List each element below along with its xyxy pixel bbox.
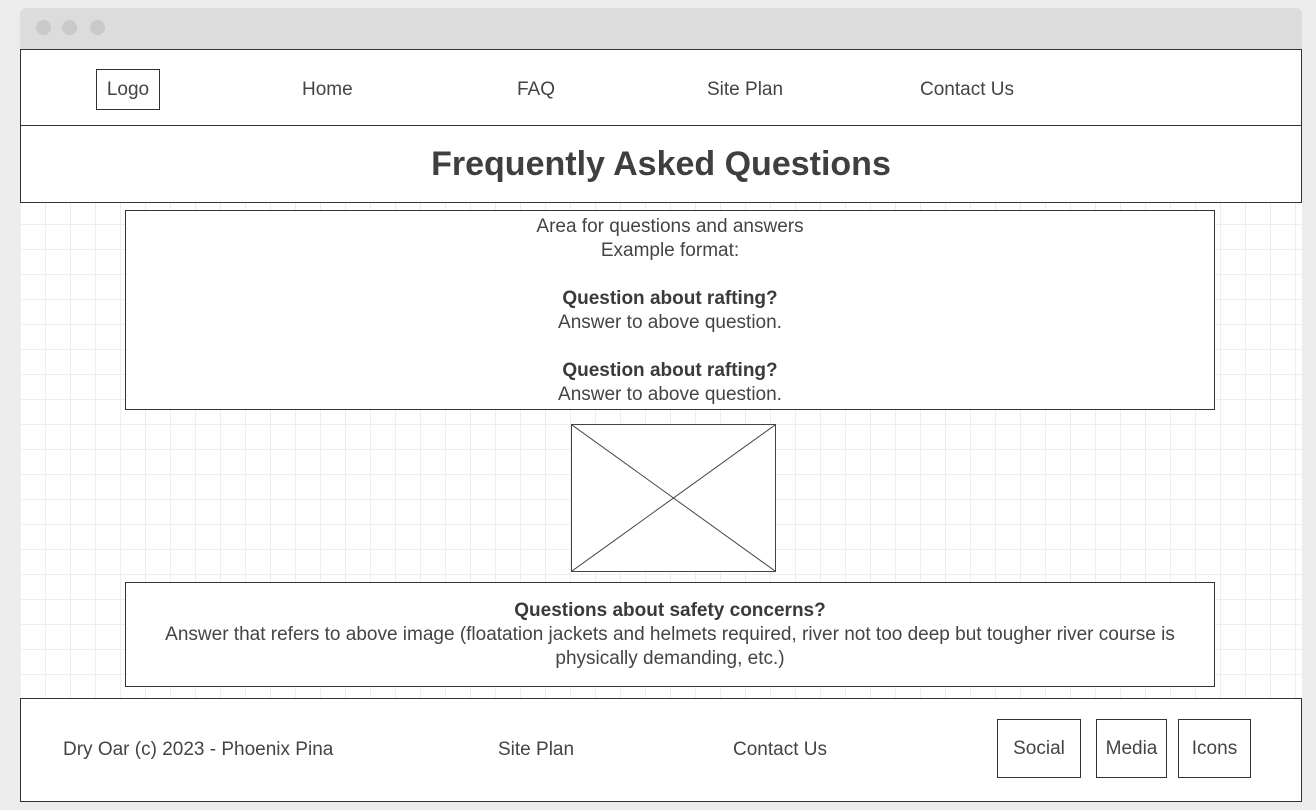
faq-intro-line1: Area for questions and answers (536, 216, 804, 237)
page-title: Frequently Asked Questions (431, 145, 891, 183)
footer: Dry Oar (c) 2023 - Phoenix Pina Site Pla… (20, 698, 1302, 802)
media-box[interactable]: Media (1096, 719, 1167, 778)
window-close-dot[interactable] (36, 20, 51, 35)
faq-answer: Answer to above question. (558, 312, 782, 333)
footer-link-site-plan[interactable]: Site Plan (498, 739, 574, 761)
social-box[interactable]: Social (997, 719, 1081, 778)
safety-question: Questions about safety concerns? (514, 600, 826, 621)
faq-intro-line2: Example format: (600, 240, 740, 261)
wireframe-canvas: Logo Home FAQ Site Plan Contact Us Frequ… (20, 49, 1302, 802)
nav-home[interactable]: Home (302, 79, 353, 101)
faq-question: Question about rafting? (562, 360, 778, 381)
nav-faq[interactable]: FAQ (517, 79, 555, 101)
window-titlebar (20, 8, 1302, 49)
footer-link-contact-us[interactable]: Contact Us (733, 739, 827, 761)
faq-answer: Answer to above question. (558, 384, 782, 405)
nav-contact-us[interactable]: Contact Us (920, 79, 1014, 101)
icons-box[interactable]: Icons (1178, 719, 1251, 778)
window-minimize-dot[interactable] (62, 20, 77, 35)
browser-window: Logo Home FAQ Site Plan Contact Us Frequ… (20, 8, 1302, 802)
window-maximize-dot[interactable] (90, 20, 105, 35)
footer-copyright: Dry Oar (c) 2023 - Phoenix Pina (63, 739, 334, 760)
image-placeholder-icon (572, 425, 775, 571)
safety-section: Questions about safety concerns? Answer … (125, 582, 1215, 687)
faq-question: Question about rafting? (562, 288, 778, 309)
logo[interactable]: Logo (96, 69, 160, 110)
header-nav: Logo Home FAQ Site Plan Contact Us (20, 49, 1302, 126)
title-section: Frequently Asked Questions (20, 125, 1302, 203)
nav-site-plan[interactable]: Site Plan (707, 79, 783, 101)
image-placeholder (571, 424, 776, 572)
faq-area: Area for questions and answers Example f… (125, 210, 1215, 410)
safety-answer: Answer that refers to above image (float… (165, 624, 1175, 669)
